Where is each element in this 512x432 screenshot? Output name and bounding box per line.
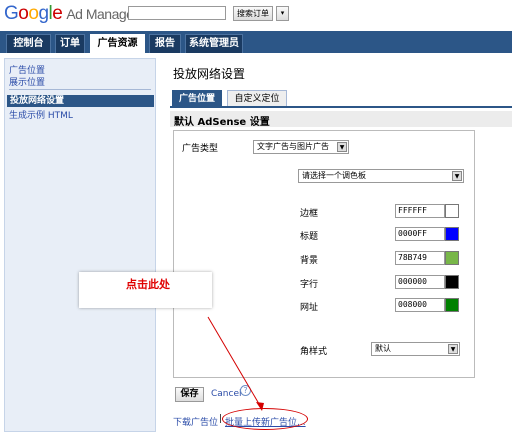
main-nav: 控制台 订单 广告资源 报告 系统管理员 (0, 31, 512, 53)
text-color-label: 字行 (300, 280, 319, 290)
url-color-swatch[interactable] (445, 298, 459, 312)
section-title: 默认 AdSense 设置 (174, 117, 270, 128)
url-color-label: 网址 (300, 303, 319, 313)
subtab-underline (170, 106, 512, 108)
border-color-swatch[interactable] (445, 204, 459, 218)
title-color-swatch[interactable] (445, 227, 459, 241)
tab-dashboard[interactable]: 控制台 (6, 34, 51, 53)
product-name: Ad Manager (66, 6, 138, 22)
subtab-ad-units[interactable]: 广告位置 (172, 90, 222, 107)
highlight-ellipse (222, 408, 308, 430)
tab-reports[interactable]: 报告 (149, 34, 181, 53)
sidebar: 广告位置 展示位置 投放网络设置 生成示例 HTML (4, 58, 156, 432)
page-title: 投放网络设置 (173, 67, 246, 81)
title-color-input[interactable]: 0000FF (395, 227, 445, 241)
sidebar-item-network-settings[interactable]: 投放网络设置 (7, 95, 154, 107)
background-color-label: 背景 (300, 256, 319, 266)
google-ad-manager-logo: Google Ad Manager (4, 3, 138, 25)
order-search-input[interactable] (128, 6, 226, 20)
tab-inventory[interactable]: 广告资源 (90, 34, 145, 53)
dropdown-arrow-icon: ▼ (452, 171, 462, 181)
callout-text: 点击此处 (126, 278, 170, 291)
sidebar-item-generate-html[interactable]: 生成示例 HTML (9, 108, 73, 121)
save-button[interactable]: 保存 (175, 387, 204, 402)
cancel-link[interactable]: Cancel (211, 389, 242, 399)
background-color-input[interactable]: 78B749 (395, 251, 445, 265)
text-color-swatch[interactable] (445, 275, 459, 289)
subtab-custom-targeting[interactable]: 自定义定位 (227, 90, 287, 107)
corner-style-value: 默认 (375, 344, 391, 353)
search-orders-button[interactable]: 搜索订单 (233, 6, 273, 21)
background-color-swatch[interactable] (445, 251, 459, 265)
url-color-input[interactable]: 008000 (395, 298, 445, 312)
tab-admin[interactable]: 系统管理员 (185, 34, 243, 53)
corner-style-label: 角样式 (300, 347, 328, 357)
google-logo: Google (4, 3, 63, 24)
title-color-label: 标题 (300, 232, 319, 242)
palette-value: 请选择一个调色板 (302, 171, 366, 180)
dropdown-arrow-icon: ▼ (448, 344, 458, 354)
sidebar-divider (9, 89, 151, 90)
corner-style-select[interactable]: 默认 ▼ (371, 342, 460, 356)
border-color-label: 边框 (300, 209, 319, 219)
text-color-input[interactable]: 000000 (395, 275, 445, 289)
palette-select[interactable]: 请选择一个调色板 ▼ (298, 169, 464, 183)
sidebar-item-placements[interactable]: 展示位置 (9, 75, 45, 88)
ad-type-select[interactable]: 文字广告与图片广告 ▼ (253, 140, 349, 154)
ad-type-value: 文字广告与图片广告 (257, 142, 329, 151)
search-dropdown-button[interactable]: ▾ (276, 6, 289, 21)
border-color-input[interactable]: FFFFFF (395, 204, 445, 218)
dropdown-arrow-icon: ▼ (337, 142, 347, 152)
download-ad-units-link[interactable]: 下载广告位 (173, 415, 218, 428)
help-icon[interactable]: ? (240, 385, 251, 396)
tab-orders[interactable]: 订单 (55, 34, 85, 53)
ad-type-label: 广告类型 (182, 144, 219, 154)
